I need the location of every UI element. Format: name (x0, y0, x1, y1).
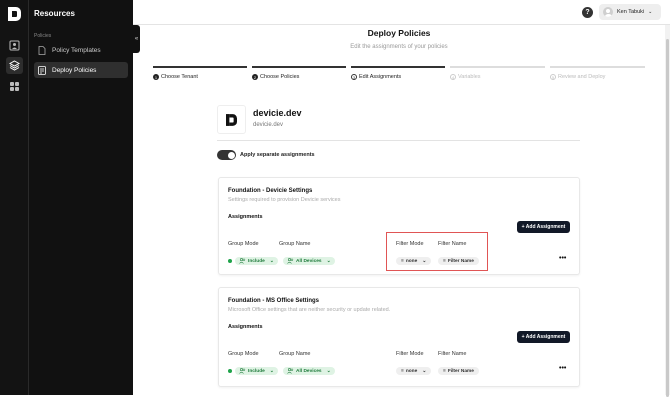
tenant-name: devicie.dev (253, 108, 302, 118)
policy-card: Foundation - MS Office Settings Microsof… (218, 287, 580, 387)
group-mode-select[interactable]: Include ⌄ (235, 257, 278, 265)
policy-title: Foundation - Devicie Settings (228, 188, 313, 194)
sidebar-item-label: Policy Templates (52, 46, 101, 54)
help-icon[interactable]: ? (582, 7, 593, 18)
sidebar-title: Resources (34, 9, 75, 18)
assignments-heading: Assignments (228, 214, 263, 220)
users-icon (239, 368, 246, 374)
icon-rail (0, 0, 29, 395)
deploy-icon (38, 65, 46, 75)
sidebar: Resources Policies Policy Templates Depl… (29, 0, 133, 395)
separate-assignments-label: Apply separate assignments (240, 152, 315, 158)
more-options-icon[interactable]: ••• (559, 255, 566, 262)
separate-assignments-toggle[interactable] (217, 150, 236, 160)
contacts-nav-icon[interactable] (6, 37, 23, 54)
page-subtitle: Edit the assignments of your policies (350, 44, 448, 50)
filter-name-select[interactable]: ≡ Filter Name (438, 367, 479, 375)
group-mode-select[interactable]: Include ⌄ (235, 367, 278, 375)
col-filter-name: Filter Name (438, 351, 467, 357)
step-review-deploy: 5 Review and Deploy (550, 66, 645, 80)
users-icon (239, 258, 246, 264)
app-logo-icon (8, 7, 21, 21)
add-assignment-button[interactable]: + Add Assignment (517, 331, 570, 343)
avatar (603, 7, 613, 17)
apps-grid-nav-icon[interactable] (6, 78, 23, 95)
page-title: Deploy Policies (367, 28, 431, 38)
col-group-name: Group Name (279, 241, 311, 247)
group-name-select[interactable]: All Devices ⌄ (283, 257, 335, 265)
scrollbar[interactable] (665, 25, 670, 397)
policy-description: Microsoft Office settings that are neith… (228, 307, 391, 313)
sidebar-section-label: Policies (34, 33, 52, 39)
highlight-box (386, 232, 488, 271)
divider (217, 140, 580, 141)
assignments-heading: Assignments (228, 324, 263, 330)
step-variables: 4 Variables (450, 66, 545, 80)
chevron-down-icon: ⌄ (326, 258, 331, 264)
tenant-domain: devicie.dev (253, 122, 284, 128)
file-icon (38, 45, 46, 55)
status-dot (228, 259, 232, 263)
users-icon (287, 368, 294, 374)
col-group-mode: Group Mode (228, 351, 259, 357)
status-dot (228, 369, 232, 373)
user-name: Ken Tabuki (617, 9, 645, 15)
chevron-down-icon: ⌄ (326, 368, 331, 374)
col-group-name: Group Name (279, 351, 311, 357)
sidebar-item-deploy-policies[interactable]: Deploy Policies (34, 62, 128, 78)
filter-icon: ≡ (401, 368, 404, 374)
step-choose-tenant[interactable]: 1 Choose Tenant (153, 66, 247, 80)
policy-title: Foundation - MS Office Settings (228, 298, 319, 304)
step-choose-policies[interactable]: 2 Choose Policies (252, 66, 346, 80)
layers-nav-icon[interactable] (6, 57, 23, 74)
chevron-down-icon: ⌄ (648, 9, 653, 15)
col-group-mode: Group Mode (228, 241, 259, 247)
group-name-select[interactable]: All Devices ⌄ (283, 367, 335, 375)
filter-mode-select[interactable]: ≡ none ⌄ (396, 367, 432, 375)
step-edit-assignments[interactable]: 3 Edit Assignments (351, 66, 445, 80)
more-options-icon[interactable]: ••• (559, 365, 566, 372)
chevron-down-icon: ⌄ (269, 258, 274, 264)
sidebar-item-label: Deploy Policies (52, 66, 97, 74)
chevron-down-icon: ⌄ (422, 368, 427, 374)
chevron-down-icon: ⌄ (269, 368, 274, 374)
add-assignment-button[interactable]: + Add Assignment (517, 221, 570, 233)
tenant-logo (217, 105, 246, 134)
tenant-logo-icon (226, 113, 237, 126)
policy-description: Settings required to provision Devicie s… (228, 197, 341, 203)
users-icon (287, 258, 294, 264)
col-filter-mode: Filter Mode (396, 351, 424, 357)
user-menu[interactable]: Ken Tabuki ⌄ (599, 4, 661, 20)
sidebar-item-policy-templates[interactable]: Policy Templates (34, 42, 128, 58)
scrollbar-thumb[interactable] (666, 39, 669, 397)
filter-icon: ≡ (443, 368, 446, 374)
